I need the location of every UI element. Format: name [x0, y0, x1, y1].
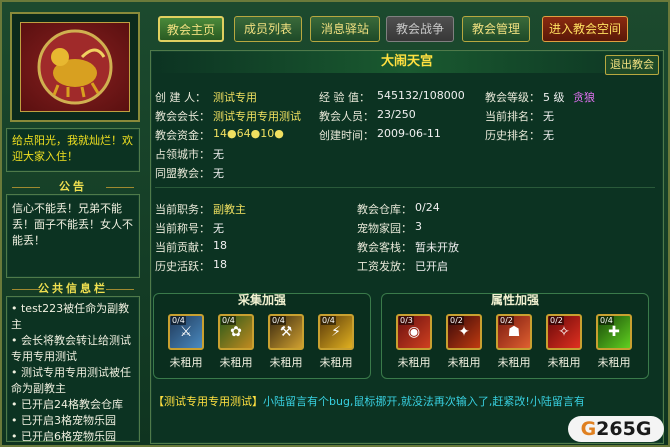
tab-guild-war[interactable]: 教会战争 — [386, 16, 454, 42]
level-label: 教会等级： — [485, 91, 540, 104]
city-value: 无 — [213, 148, 224, 161]
history-rank-label: 历史排名： — [485, 129, 540, 142]
attr-skill-5-icon[interactable]: 0/4 ✚ — [596, 314, 632, 350]
tab-guild-manage[interactable]: 教会管理 — [462, 16, 530, 42]
gather-skill-4-icon[interactable]: 0/4 ⚡ — [318, 314, 354, 350]
pet-home-label: 宠物家园： — [357, 222, 412, 235]
guild-window: 给点阳光，我就灿烂！欢迎大家入住！ 公告 信心不能丢！兄弟不能丢！面子不能丢！女… — [0, 0, 670, 447]
warehouse-label: 教会仓库： — [357, 203, 412, 216]
site-logo: G265G — [568, 416, 664, 442]
contribution-value: 18 — [213, 239, 227, 252]
attr-skill-3-label: 未租用 — [497, 356, 531, 369]
tab-member-list[interactable]: 成员列表 — [234, 16, 302, 42]
list-item: • 测试专用专用测试被任命为副教主 — [11, 366, 131, 395]
ally-value: 无 — [213, 167, 224, 180]
guild-emblem — [10, 12, 140, 122]
news-list[interactable]: • test223被任命为副教主 • 会长将教会转让给测试专用专用测试 • 测试… — [6, 296, 140, 442]
list-item: • 已开启3格宠物乐园 — [11, 414, 116, 427]
list-item: • 已开启24格教会仓库 — [11, 398, 123, 411]
created-label: 创建时间： — [319, 129, 374, 142]
tab-guild-home[interactable]: 教会主页 — [158, 16, 224, 42]
inn-label: 教会客栈： — [357, 241, 412, 254]
attr-skill-4-icon[interactable]: 0/2 ✧ — [546, 314, 582, 350]
gather-skill-3-icon[interactable]: 0/4 ⚒ — [268, 314, 304, 350]
position-label: 当前职务： — [155, 203, 210, 216]
attr-skill-1-icon[interactable]: 0/3 ◉ — [396, 314, 432, 350]
history-activity-value: 18 — [213, 258, 227, 271]
attribute-boost-group: 属性加强 0/3 ◉ 0/2 ✦ 0/2 ☗ 0/2 ✧ 0/4 ✚ 未租用 未租用 未租… — [381, 293, 649, 379]
attr-skill-3-icon[interactable]: 0/2 ☗ — [496, 314, 532, 350]
leader-value: 测试专用专用测试 — [213, 110, 301, 123]
level-value: 5 级 — [543, 91, 565, 104]
gather-boost-group: 采集加强 0/4 ⚔ 0/4 ✿ 0/4 ⚒ 0/4 ⚡ 未租用 未租用 未租用 未租用 — [153, 293, 371, 379]
gather-skill-4-label: 未租用 — [319, 356, 353, 369]
exp-label: 经 验 值： — [319, 91, 370, 104]
divider — [155, 187, 655, 188]
message-sender: 【测试专用专用测试】 — [153, 395, 263, 408]
leader-label: 教会会长： — [155, 110, 210, 123]
tiger-emblem-icon — [20, 22, 130, 112]
gather-skill-2-label: 未租用 — [219, 356, 253, 369]
message-ticker: 【测试专用专用测试】小陆留言有个bug,鼠标挪开,就没法再次输入了,赶紧改!小陆… — [153, 393, 663, 411]
inn-value: 暂未开放 — [415, 241, 459, 254]
gather-skill-3-label: 未租用 — [269, 356, 303, 369]
funds-value: 14●64●10● — [213, 127, 284, 140]
history-activity-label: 历史活跃： — [155, 260, 210, 273]
level-name: 贪狼 — [573, 91, 595, 104]
position-value: 副教主 — [213, 203, 246, 216]
gather-skill-2-icon[interactable]: 0/4 ✿ — [218, 314, 254, 350]
guild-name: 大闹天宫 — [151, 51, 663, 73]
founder-label: 创 建 人： — [155, 91, 206, 104]
attr-skill-2-label: 未租用 — [447, 356, 481, 369]
notice-text: 信心不能丢！兄弟不能丢！面子不能丢！女人不能丢！ — [6, 194, 140, 278]
city-label: 占领城市： — [155, 148, 210, 161]
title-value: 无 — [213, 222, 224, 235]
enter-guild-space-button[interactable]: 进入教会空间 — [542, 16, 628, 42]
members-value: 23/250 — [377, 108, 416, 121]
tab-message-station[interactable]: 消息驿站 — [310, 16, 380, 42]
rank-value: 无 — [543, 110, 554, 123]
rank-label: 当前排名： — [485, 110, 540, 123]
contribution-label: 当前贡献： — [155, 241, 210, 254]
guild-main-panel: 大闹天宫 退出教会 创 建 人： 测试专用 经 验 值： 545132/1080… — [150, 50, 664, 444]
list-item: • test223被任命为副教主 — [11, 302, 130, 331]
founder-value: 测试专用 — [213, 91, 257, 104]
created-value: 2009-06-11 — [377, 127, 441, 140]
pet-home-value: 3 — [415, 220, 422, 233]
history-rank-value: 无 — [543, 129, 554, 142]
attr-skill-5-label: 未租用 — [597, 356, 631, 369]
wage-label: 工资发放： — [357, 260, 412, 273]
title-label: 当前称号： — [155, 222, 210, 235]
exp-value: 545132/108000 — [377, 89, 465, 102]
list-item: • 会长将教会转让给测试专用专用测试 — [11, 334, 131, 363]
gather-skill-1-icon[interactable]: 0/4 ⚔ — [168, 314, 204, 350]
wage-value: 已开启 — [415, 260, 448, 273]
ally-label: 同盟教会： — [155, 167, 210, 180]
attr-skill-2-icon[interactable]: 0/2 ✦ — [446, 314, 482, 350]
message-text: 小陆留言有个bug,鼠标挪开,就没法再次输入了,赶紧改!小陆留言有 — [263, 395, 585, 408]
attribute-boost-title: 属性加强 — [490, 293, 539, 307]
attr-skill-1-label: 未租用 — [397, 356, 431, 369]
funds-label: 教会资金： — [155, 129, 210, 142]
list-item: • 已开启6格宠物乐园 — [11, 430, 116, 442]
warehouse-value: 0/24 — [415, 201, 440, 214]
gather-boost-title: 采集加强 — [237, 293, 286, 307]
exit-guild-button[interactable]: 退出教会 — [605, 55, 659, 75]
members-label: 教会人员： — [319, 110, 374, 123]
attr-skill-4-label: 未租用 — [547, 356, 581, 369]
guild-motto: 给点阳光，我就灿烂！欢迎大家入住！ — [6, 128, 140, 172]
gather-skill-1-label: 未租用 — [169, 356, 203, 369]
